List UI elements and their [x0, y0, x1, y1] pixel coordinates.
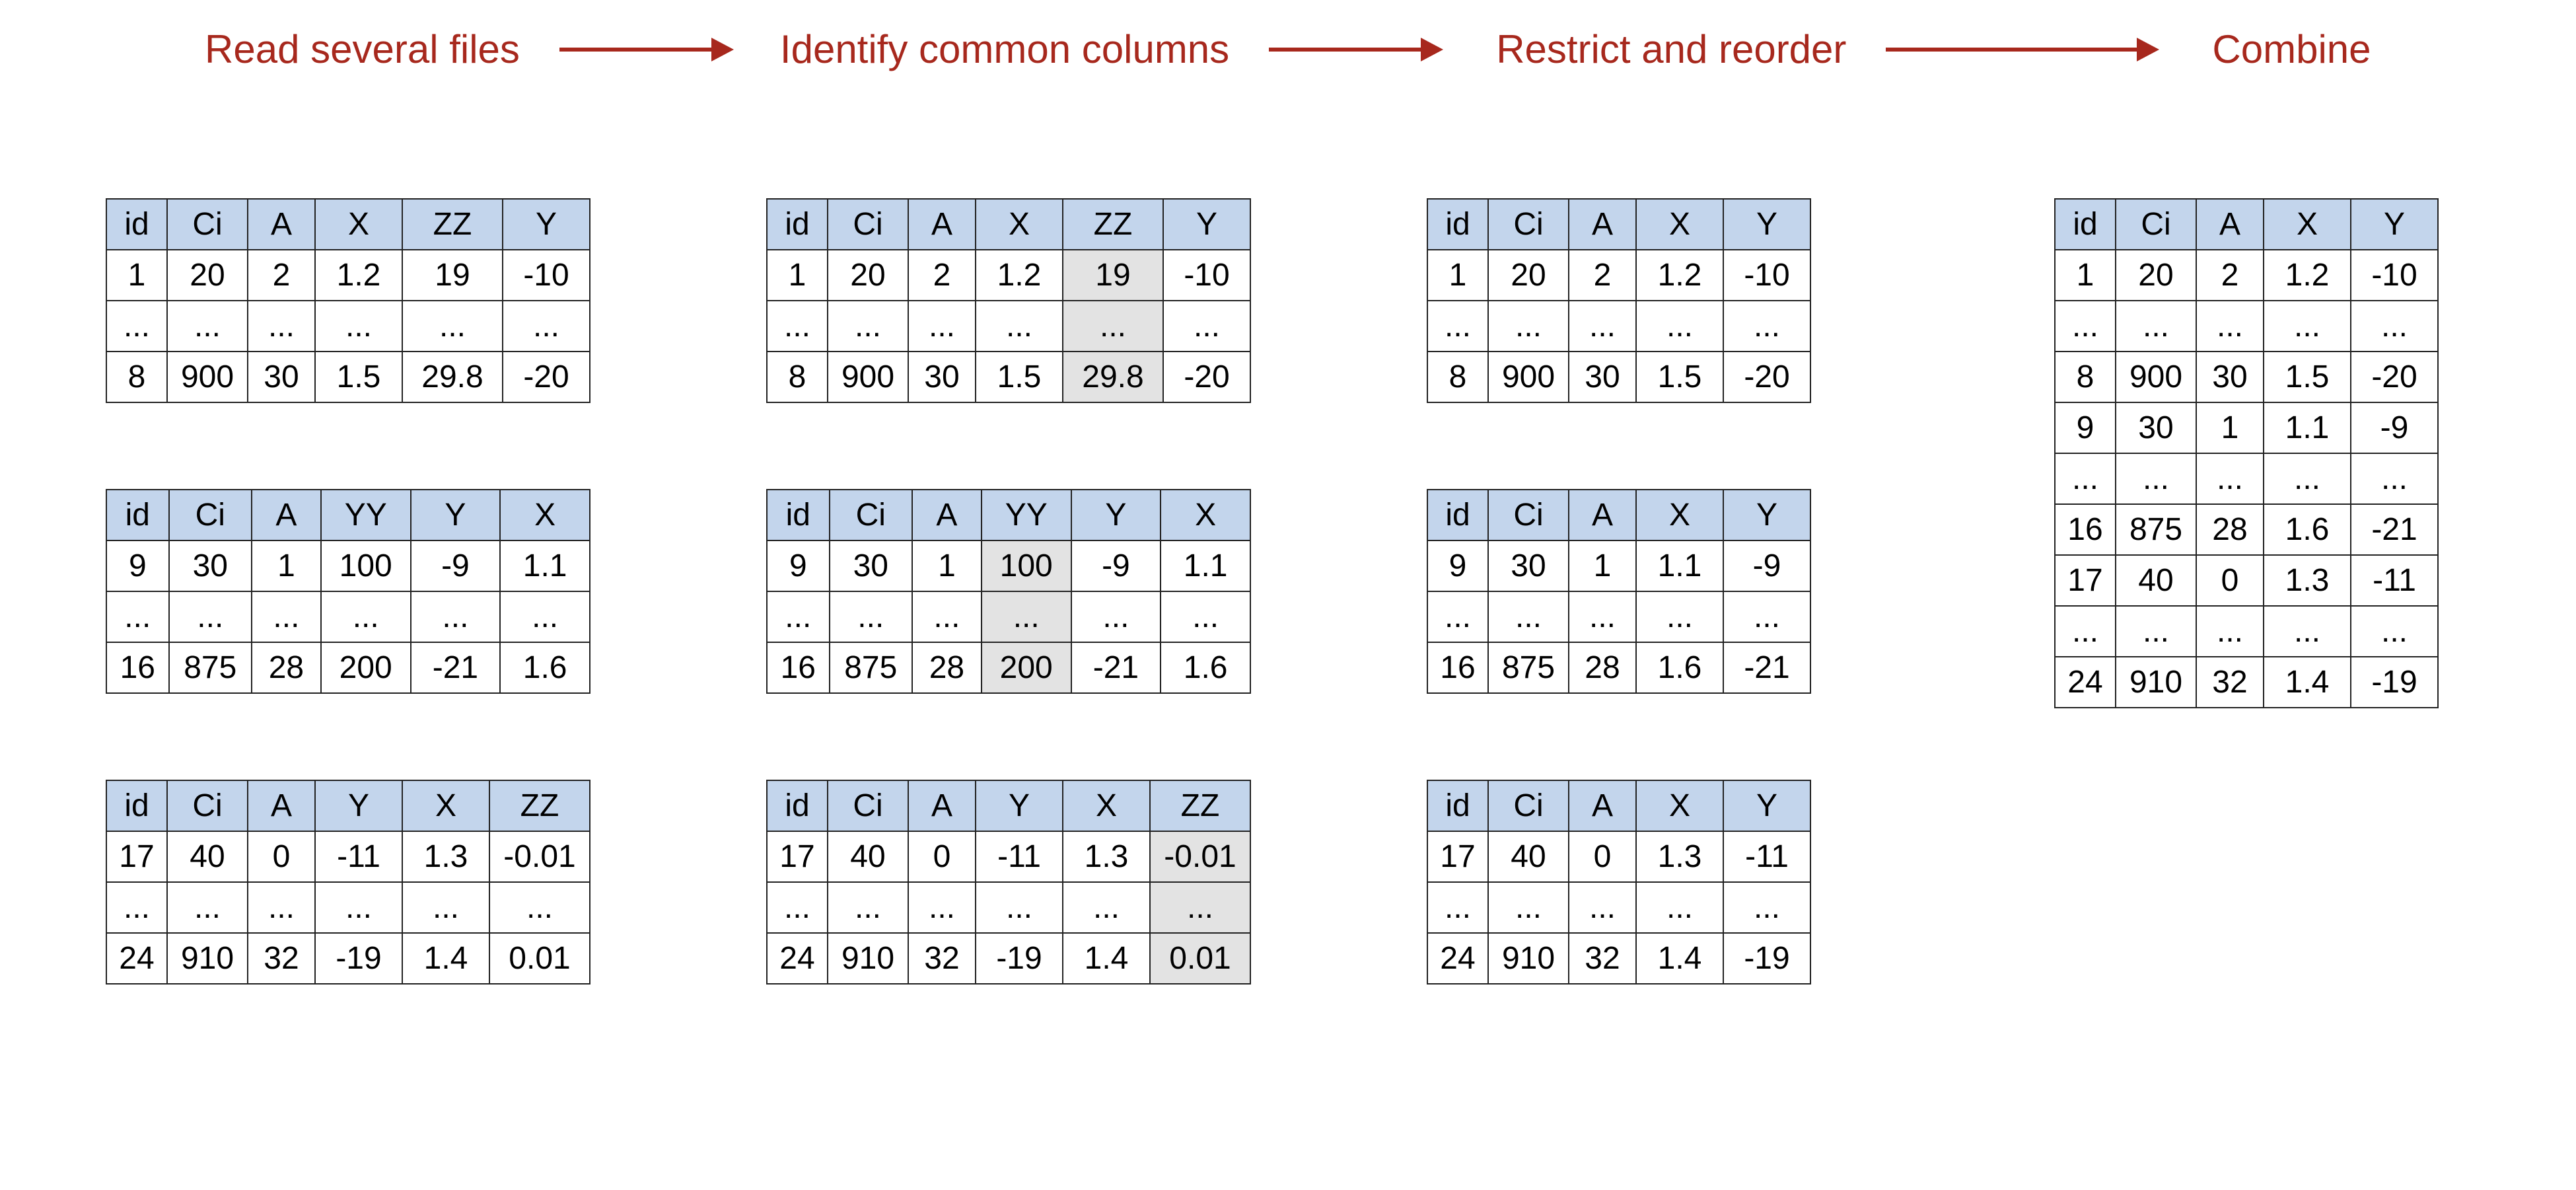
- table-row: ...............: [1427, 301, 1810, 352]
- table-row: 8900301.529.8-20: [106, 352, 590, 402]
- steps-row: Read several files Identify common colum…: [0, 26, 2576, 72]
- arrow-1: [559, 38, 734, 61]
- table-row: 9301100-91.1: [767, 540, 1250, 591]
- table-row: ..................: [106, 591, 590, 642]
- table-header-row: id Ci A YY Y X: [767, 490, 1250, 540]
- table-header-row: id Ci A X ZZ Y: [106, 199, 590, 250]
- identify-table-3: id Ci A Y X ZZ 17400-111.3-0.01 ........…: [766, 780, 1251, 985]
- read-table-1: id Ci A X ZZ Y 12021.219-10 ............…: [106, 198, 590, 403]
- step-restrict-title: Restrict and reorder: [1496, 26, 1846, 72]
- table-row: ..................: [767, 591, 1250, 642]
- table-header-row: id Ci A X ZZ Y: [767, 199, 1250, 250]
- table-row: ...............: [2055, 453, 2438, 504]
- step-combine-title: Combine: [2212, 26, 2371, 72]
- restrict-table-2: id Ci A X Y 93011.1-9 ............... 16…: [1427, 489, 1811, 694]
- table-row: 12021.2-10: [2055, 250, 2438, 301]
- column-read: id Ci A X ZZ Y 12021.219-10 ............…: [106, 198, 590, 985]
- table-row: 1687528200-211.6: [767, 642, 1250, 693]
- table-row: 93011.1-9: [1427, 540, 1810, 591]
- table-row: ...............: [1427, 882, 1810, 933]
- combine-table: id Ci A X Y 12021.2-10 ............... 8…: [2054, 198, 2439, 708]
- table-row: 16875281.6-21: [1427, 642, 1810, 693]
- read-table-2: id Ci A YY Y X 9301100-91.1 ............…: [106, 489, 590, 694]
- diagram-canvas: { "steps": { "read": "Read several files…: [0, 0, 2576, 1190]
- table-row: 8900301.5-20: [1427, 352, 1810, 402]
- table-row: 9301100-91.1: [106, 540, 590, 591]
- table-row: ..................: [767, 882, 1250, 933]
- table-row: ...............: [2055, 606, 2438, 657]
- table-row: 12021.219-10: [106, 250, 590, 301]
- read-table-3: id Ci A Y X ZZ 17400-111.3-0.01 ........…: [106, 780, 590, 985]
- table-row: 174001.3-11: [1427, 831, 1810, 882]
- table-row: 12021.219-10: [767, 250, 1250, 301]
- table-row: 174001.3-11: [2055, 555, 2438, 606]
- table-row: ...............: [2055, 301, 2438, 352]
- column-identify: id Ci A X ZZ Y 12021.219-10 ............…: [766, 198, 1251, 985]
- table-header-row: id Ci A Y X ZZ: [767, 780, 1250, 831]
- table-row: ...............: [1427, 591, 1810, 642]
- restrict-table-3: id Ci A X Y 174001.3-11 ............... …: [1427, 780, 1811, 985]
- step-read-title: Read several files: [205, 26, 520, 72]
- table-header-row: id Ci A X Y: [1427, 490, 1810, 540]
- step-identify-title: Identify common columns: [780, 26, 1229, 72]
- arrow-2: [1269, 38, 1443, 61]
- table-row: 1687528200-211.6: [106, 642, 590, 693]
- table-header-row: id Ci A X Y: [1427, 199, 1810, 250]
- arrow-3: [1886, 38, 2159, 61]
- table-row: 2491032-191.40.01: [767, 933, 1250, 984]
- table-row: 8900301.5-20: [2055, 352, 2438, 402]
- table-row: ..................: [106, 301, 590, 352]
- table-row: 17400-111.3-0.01: [106, 831, 590, 882]
- table-row: 24910321.4-19: [1427, 933, 1810, 984]
- table-row: 93011.1-9: [2055, 402, 2438, 453]
- table-row: 12021.2-10: [1427, 250, 1810, 301]
- table-row: ..................: [767, 301, 1250, 352]
- identify-table-1: id Ci A X ZZ Y 12021.219-10 ............…: [766, 198, 1251, 403]
- table-row: 17400-111.3-0.01: [767, 831, 1250, 882]
- column-restrict: id Ci A X Y 12021.2-10 ............... 8…: [1427, 198, 1811, 985]
- table-row: 8900301.529.8-20: [767, 352, 1250, 402]
- table-row: 2491032-191.40.01: [106, 933, 590, 984]
- table-header-row: id Ci A Y X ZZ: [106, 780, 590, 831]
- restrict-table-1: id Ci A X Y 12021.2-10 ............... 8…: [1427, 198, 1811, 403]
- table-row: ..................: [106, 882, 590, 933]
- table-header-row: id Ci A X Y: [1427, 780, 1810, 831]
- identify-table-2: id Ci A YY Y X 9301100-91.1 ............…: [766, 489, 1251, 694]
- table-header-row: id Ci A X Y: [2055, 199, 2438, 250]
- table-row: 24910321.4-19: [2055, 657, 2438, 708]
- table-row: 16875281.6-21: [2055, 504, 2438, 555]
- table-header-row: id Ci A YY Y X: [106, 490, 590, 540]
- column-combine: id Ci A X Y 12021.2-10 ............... 8…: [2054, 198, 2439, 708]
